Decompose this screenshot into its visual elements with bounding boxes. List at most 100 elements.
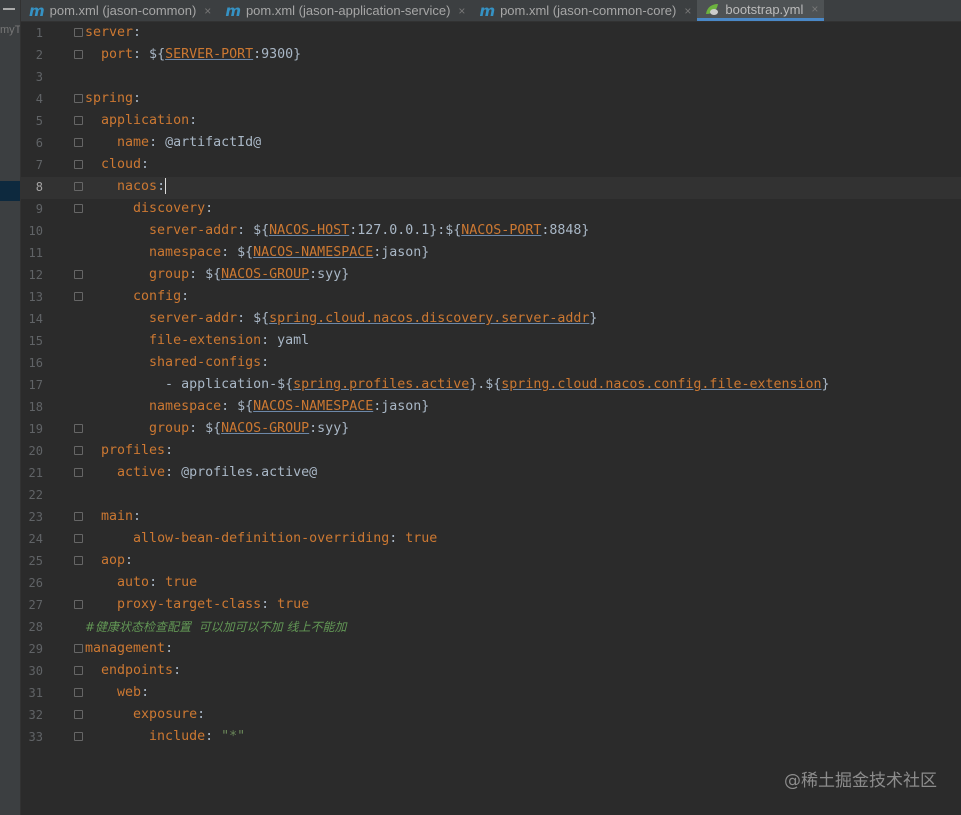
fold-open-icon[interactable]	[74, 204, 83, 213]
code-line: group: ${NACOS-GROUP:syy}	[85, 418, 349, 440]
placeholder-reference[interactable]: NACOS-GROUP	[221, 421, 309, 436]
placeholder-reference[interactable]: spring.cloud.nacos.config.file-extension	[501, 377, 821, 392]
placeholder-reference[interactable]: spring.profiles.active	[293, 377, 469, 392]
fold-close-icon[interactable]	[74, 270, 83, 279]
placeholder-reference[interactable]: NACOS-HOST	[269, 223, 349, 238]
fold-open-icon[interactable]	[74, 292, 83, 301]
fold-open-icon[interactable]	[74, 116, 83, 125]
fold-open-icon[interactable]	[74, 28, 83, 37]
placeholder-reference[interactable]: NACOS-PORT	[461, 223, 541, 238]
placeholder-reference[interactable]: SERVER-PORT	[165, 47, 253, 62]
code-line: allow-bean-definition-overriding: true	[85, 528, 437, 550]
code-text: :	[189, 113, 198, 128]
code-text: : ${	[237, 311, 270, 326]
placeholder-reference[interactable]: NACOS-GROUP	[221, 267, 309, 282]
code-line: port: ${SERVER-PORT:9300}	[85, 44, 301, 66]
yaml-key: active	[117, 465, 166, 480]
line-number: 25	[28, 554, 43, 568]
line-number: 23	[28, 510, 43, 524]
yaml-key: application	[101, 113, 190, 128]
code-text: }	[589, 311, 598, 326]
code-text: :syy}	[309, 421, 350, 436]
selected-project-item[interactable]	[0, 181, 20, 201]
fold-open-icon[interactable]	[74, 666, 83, 675]
fold-open-icon[interactable]	[74, 182, 83, 191]
yaml-key: management	[85, 641, 166, 656]
code-line: profiles:	[85, 440, 173, 462]
fold-open-icon[interactable]	[74, 710, 83, 719]
line-number: 5	[35, 114, 43, 128]
code-line: include: "*"	[85, 726, 245, 748]
code-line: namespace: ${NACOS-NAMESPACE:jason}	[85, 396, 429, 418]
line-number: 13	[28, 290, 43, 304]
placeholder-reference[interactable]: NACOS-NAMESPACE	[253, 245, 373, 260]
code-text: :	[165, 443, 174, 458]
fold-close-icon[interactable]	[74, 468, 83, 477]
close-icon[interactable]: ×	[204, 4, 211, 18]
close-icon[interactable]: ×	[684, 4, 691, 18]
code-line: server-addr: ${NACOS-HOST:127.0.0.1}:${N…	[85, 220, 589, 242]
fold-open-icon[interactable]	[74, 512, 83, 521]
fold-open-icon[interactable]	[74, 160, 83, 169]
code-text: - application-${	[85, 377, 294, 392]
fold-open-icon[interactable]	[74, 644, 83, 653]
code-line: server:	[85, 22, 141, 44]
close-icon[interactable]: ×	[458, 4, 465, 18]
code-text: : ${	[221, 245, 254, 260]
fold-close-icon[interactable]	[74, 424, 83, 433]
code-text: :127.0.0.1}:${	[349, 223, 462, 238]
fold-close-icon[interactable]	[74, 50, 83, 59]
code-text: : ${	[189, 421, 222, 436]
tab-pom-xml-jason-common[interactable]: m pom.xml (jason-common) ×	[21, 0, 217, 21]
fold-open-icon[interactable]	[74, 556, 83, 565]
close-icon[interactable]: ×	[811, 2, 818, 16]
code-text: :	[197, 707, 206, 722]
tab-label: bootstrap.yml	[725, 1, 804, 17]
tab-pom-xml-jason-application-service[interactable]: m pom.xml (jason-application-service) ×	[217, 0, 471, 21]
tab-pom-xml-jason-common-core[interactable]: m pom.xml (jason-common-core) ×	[471, 0, 697, 21]
fold-close-icon[interactable]	[74, 534, 83, 543]
placeholder-reference[interactable]: spring.cloud.nacos.discovery.server-addr	[269, 311, 589, 326]
code-line: file-extension: yaml	[85, 330, 309, 352]
code-line: shared-configs:	[85, 352, 269, 374]
line-number: 3	[35, 70, 43, 84]
fold-open-icon[interactable]	[74, 94, 83, 103]
fold-close-icon[interactable]	[74, 732, 83, 741]
placeholder-reference[interactable]: NACOS-NAMESPACE	[253, 399, 373, 414]
line-number: 16	[28, 356, 43, 370]
maven-icon: m	[479, 1, 496, 20]
fold-close-icon[interactable]	[74, 138, 83, 147]
code-text: :	[133, 91, 142, 106]
line-number: 9	[35, 202, 43, 216]
code-line: active: @profiles.active@	[85, 462, 317, 484]
line-number: 6	[35, 136, 43, 150]
code-line: name: @artifactId@	[85, 132, 261, 154]
project-label: myT	[0, 24, 20, 36]
yaml-key: port	[101, 47, 134, 62]
string-value: "*"	[221, 729, 246, 744]
line-number: 22	[28, 488, 43, 502]
code-text: :9300}	[253, 47, 302, 62]
code-text: :	[389, 531, 406, 546]
fold-open-icon[interactable]	[74, 688, 83, 697]
project-tool-strip[interactable]: myT	[0, 0, 21, 815]
minimize-icon[interactable]	[3, 8, 15, 10]
fold-close-icon[interactable]	[74, 600, 83, 609]
code-text: : @profiles.active@	[165, 465, 318, 480]
line-number: 11	[28, 246, 43, 260]
code-text: }	[821, 377, 830, 392]
yaml-key: true	[165, 575, 198, 590]
tab-bootstrap-yml[interactable]: bootstrap.yml ×	[697, 0, 825, 21]
fold-open-icon[interactable]	[74, 446, 83, 455]
yaml-key: namespace	[149, 245, 222, 260]
code-line: discovery:	[85, 198, 213, 220]
